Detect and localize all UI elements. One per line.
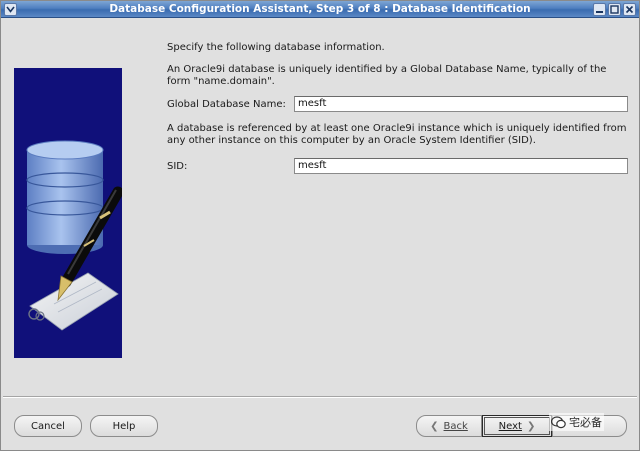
intro-text: Specify the following database informati… <box>167 42 385 53</box>
chevron-left-icon: ❮ <box>430 420 439 432</box>
watermark-text: 宅必备 <box>569 416 602 429</box>
sid-label: SID: <box>167 161 188 172</box>
cancel-button-label: Cancel <box>31 420 65 432</box>
maximize-button[interactable] <box>608 3 621 16</box>
sid-description-line2: any other instance on this computer by a… <box>167 135 536 146</box>
footer-divider <box>3 396 637 398</box>
global-database-name-input[interactable]: mesft <box>294 96 628 112</box>
next-button[interactable]: Next ❯ <box>482 415 552 437</box>
back-button-label: Back <box>443 420 468 432</box>
paper-icon <box>28 272 119 331</box>
sid-description-line1: A database is referenced by at least one… <box>167 123 627 134</box>
database-pen-illustration <box>26 140 122 331</box>
minimize-button[interactable] <box>593 3 606 16</box>
chat-bubble-icon <box>551 415 566 428</box>
gdn-description-line2: form "name.domain". <box>167 76 275 87</box>
title-bar[interactable]: Database Configuration Assistant, Step 3… <box>1 1 639 18</box>
next-button-label: Next <box>498 420 522 432</box>
gdn-description-line1: An Oracle9i database is uniquely identif… <box>167 64 607 75</box>
window-title: Database Configuration Assistant, Step 3… <box>109 3 531 15</box>
help-button-label: Help <box>112 420 136 432</box>
dbca-window: Database Configuration Assistant, Step 3… <box>0 0 640 451</box>
help-button[interactable]: Help <box>90 415 158 437</box>
chevron-right-icon: ❯ <box>526 420 536 432</box>
back-button[interactable]: ❮ Back <box>416 415 482 437</box>
minimize-icon <box>596 11 603 13</box>
maximize-icon <box>610 5 619 14</box>
cancel-button[interactable]: Cancel <box>14 415 82 437</box>
global-database-name-label: Global Database Name: <box>167 99 286 110</box>
close-icon <box>625 5 634 14</box>
wizard-illustration <box>14 68 122 358</box>
close-button[interactable] <box>623 3 636 16</box>
watermark: 宅必备 <box>549 413 604 431</box>
sid-input[interactable]: mesft <box>294 158 628 174</box>
